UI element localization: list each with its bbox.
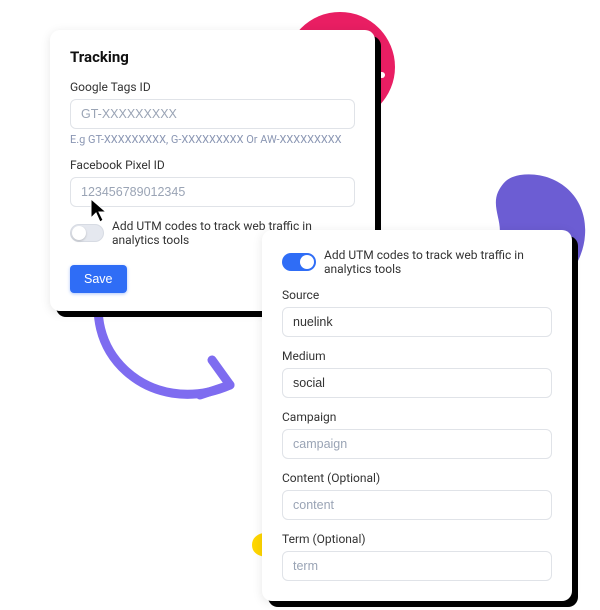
source-label: Source	[282, 288, 552, 302]
utm-toggle-row-on: Add UTM codes to track web traffic in an…	[282, 248, 552, 276]
card-title: Tracking	[70, 48, 355, 66]
utm-toggle-label-on: Add UTM codes to track web traffic in an…	[324, 248, 552, 276]
campaign-field: Campaign	[282, 410, 552, 459]
google-tags-field: Google Tags ID E.g GT-XXXXXXXXX, G-XXXXX…	[70, 80, 355, 146]
term-label: Term (Optional)	[282, 532, 552, 546]
save-button[interactable]: Save	[70, 265, 127, 293]
term-input[interactable]	[282, 551, 552, 581]
google-tags-hint: E.g GT-XXXXXXXXX, G-XXXXXXXXX Or AW-XXXX…	[70, 133, 355, 146]
utm-toggle-off[interactable]	[70, 224, 104, 242]
campaign-input[interactable]	[282, 429, 552, 459]
source-field: Source	[282, 288, 552, 337]
google-tags-label: Google Tags ID	[70, 80, 355, 94]
facebook-pixel-field: Facebook Pixel ID	[70, 158, 355, 207]
content-label: Content (Optional)	[282, 471, 552, 485]
medium-input[interactable]	[282, 368, 552, 398]
content-field: Content (Optional)	[282, 471, 552, 520]
medium-label: Medium	[282, 349, 552, 363]
cursor-icon	[90, 198, 110, 224]
content-input[interactable]	[282, 490, 552, 520]
utm-toggle-on[interactable]	[282, 253, 316, 271]
source-input[interactable]	[282, 307, 552, 337]
utm-card: Add UTM codes to track web traffic in an…	[262, 230, 572, 601]
facebook-pixel-label: Facebook Pixel ID	[70, 158, 355, 172]
term-field: Term (Optional)	[282, 532, 552, 581]
medium-field: Medium	[282, 349, 552, 398]
facebook-pixel-input[interactable]	[70, 177, 355, 207]
google-tags-input[interactable]	[70, 99, 355, 129]
campaign-label: Campaign	[282, 410, 552, 424]
